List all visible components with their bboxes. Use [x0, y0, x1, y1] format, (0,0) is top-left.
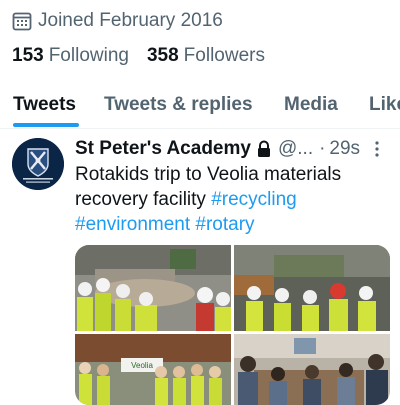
tweet-author-name[interactable]: St Peter's Academy	[75, 138, 251, 160]
followers-count[interactable]: 358	[147, 45, 179, 67]
tweet-author-handle[interactable]: @...	[278, 138, 313, 160]
joined-row: Joined February 2016	[12, 8, 223, 34]
tweet-timestamp[interactable]: 29s	[329, 138, 360, 160]
veolia-sign-text: Veolia	[131, 361, 153, 370]
tweet-photo-3[interactable]: Veolia	[75, 334, 231, 405]
tweet-separator: ·	[319, 138, 326, 159]
active-tab-indicator	[13, 123, 79, 127]
following-label[interactable]: Following	[49, 45, 129, 67]
tweet-photo-1[interactable]	[75, 245, 231, 331]
hashtag-rotary[interactable]: #rotary	[195, 214, 254, 235]
tab-likes[interactable]: Likes	[369, 94, 400, 116]
avatar[interactable]	[12, 138, 64, 190]
tweet-text-plain: Rotakids trip to Veolia materials recove…	[75, 164, 342, 210]
tweet-photo-2[interactable]	[234, 245, 390, 331]
tab-media[interactable]: Media	[284, 94, 338, 116]
lock-icon	[257, 140, 270, 157]
tab-tweets[interactable]: Tweets	[13, 94, 76, 116]
calendar-icon	[12, 12, 32, 31]
more-options-icon[interactable]	[374, 140, 380, 158]
school-crest-icon	[12, 138, 64, 190]
followers-label[interactable]: Followers	[184, 45, 265, 67]
tab-tweets-replies[interactable]: Tweets & replies	[104, 94, 253, 116]
following-count[interactable]: 153	[12, 45, 44, 67]
tweet-text: Rotakids trip to Veolia materials recove…	[75, 162, 393, 237]
hashtag-recycling[interactable]: #recycling	[211, 189, 297, 210]
joined-date-text: Joined February 2016	[38, 10, 223, 31]
tweet-media-grid[interactable]: Veolia	[75, 245, 390, 405]
tweet-header: St Peter's Academy @... · 29s	[75, 137, 360, 161]
tweet-photo-4[interactable]	[234, 334, 390, 405]
follow-stats: 153 Following 358 Followers	[12, 45, 283, 67]
hashtag-environment[interactable]: #environment	[75, 214, 190, 235]
